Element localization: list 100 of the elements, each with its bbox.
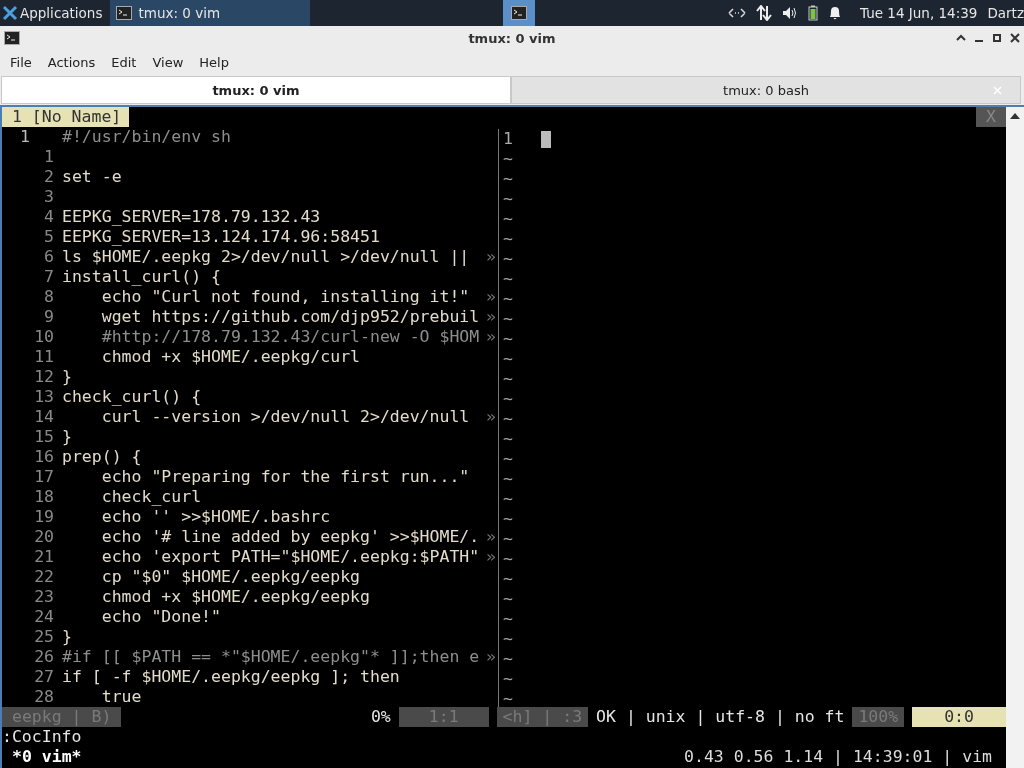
code-line: cp "$0" $HOME/.eepkg/eepkg	[100, 567, 361, 587]
code-line: check_curl() {	[62, 387, 203, 407]
code-line: install_curl() {	[62, 267, 222, 287]
line-number: 13	[33, 387, 55, 407]
line-number: 25	[33, 627, 55, 647]
overflow-mark: »	[486, 327, 497, 347]
terminal-tab[interactable]: tmux: 0 bash	[511, 76, 1021, 104]
bell-icon[interactable]	[828, 5, 842, 21]
network-icon[interactable]	[728, 7, 746, 19]
line-number: 24	[33, 607, 55, 627]
menu-item[interactable]: Edit	[103, 54, 145, 70]
line-number: 16	[33, 447, 55, 467]
code-line: echo "Curl not found, installing it!"	[100, 287, 471, 307]
transfer-arrows-icon[interactable]	[756, 5, 772, 21]
empty-line-marker: ~	[502, 489, 513, 509]
line-number: 22	[33, 567, 55, 587]
maximize-icon[interactable]	[992, 33, 1002, 43]
empty-line-marker: ~	[502, 669, 513, 689]
code-line: if [ -f $HOME/.eepkg/eepkg ]; then	[62, 667, 401, 687]
line-number: 21	[33, 547, 55, 567]
code-line: echo '# line added by eepkg' >>$HOME/.	[100, 527, 481, 547]
tmux-status: 0.43 0.56 1.14 | 14:39:01 | vim	[684, 747, 993, 767]
terminal-icon	[116, 6, 133, 20]
line-number: 5	[43, 227, 55, 247]
line-number: 28	[33, 687, 55, 707]
user-name[interactable]: Dartz	[987, 5, 1024, 21]
text-cursor	[540, 131, 551, 148]
menu-item[interactable]: Actions	[39, 54, 104, 70]
code-line: }	[62, 427, 73, 447]
close-icon[interactable]	[1010, 33, 1020, 43]
empty-line-marker: ~	[502, 569, 513, 589]
line-number: 7	[43, 267, 55, 287]
status-text: OK | unix | utf-8 | no ft	[596, 707, 845, 727]
line-number: 4	[43, 207, 55, 227]
code-line: echo 'export PATH="$HOME/.eepkg:$PATH"	[100, 547, 481, 567]
xfce-logo-icon[interactable]	[2, 5, 18, 21]
code-line: curl --version >/dev/null 2>/dev/null	[100, 407, 471, 427]
empty-line-marker: ~	[502, 549, 513, 569]
empty-line-marker: ~	[502, 309, 513, 329]
empty-line-marker: ~	[502, 289, 513, 309]
menu-item[interactable]: File	[2, 54, 40, 70]
terminal-launcher[interactable]	[503, 0, 536, 26]
code-line: #!/usr/bin/env sh	[62, 127, 232, 147]
empty-line-marker: ~	[502, 429, 513, 449]
scroll-up-icon[interactable]	[1010, 113, 1020, 119]
window-title: tmux: 0 vim	[468, 30, 556, 46]
line-number: 1	[502, 129, 513, 149]
line-number: 26	[33, 647, 55, 667]
code-line: ls $HOME/.eepkg 2>/dev/null >/dev/null ||	[62, 247, 471, 267]
empty-line-marker: ~	[502, 329, 513, 349]
overflow-mark: »	[486, 247, 497, 267]
line-number: 19	[33, 507, 55, 527]
overflow-mark: »	[486, 287, 497, 307]
line-number: 12	[33, 367, 55, 387]
buffer-tab[interactable]: 1 [No Name]	[2, 107, 130, 127]
applications-menu[interactable]: Applications	[18, 5, 111, 21]
empty-line-marker: ~	[502, 249, 513, 269]
code-line: #if [[ $PATH == *"$HOME/.eepkg"* ]];then e	[62, 647, 481, 667]
menu-item[interactable]: View	[144, 54, 192, 70]
line-number: 27	[33, 667, 55, 687]
code-line: }	[62, 627, 73, 647]
line-number: 8	[43, 287, 55, 307]
empty-line-marker: ~	[502, 509, 513, 529]
code-line: chmod +x $HOME/.eepkg/curl	[100, 347, 361, 367]
line-number: 23	[33, 587, 55, 607]
shade-icon[interactable]	[956, 34, 966, 42]
tmux-window[interactable]: *0 vim*	[2, 747, 82, 767]
line-number: 1	[19, 127, 31, 147]
empty-line-marker: ~	[502, 229, 513, 249]
empty-line-marker: ~	[502, 149, 513, 169]
empty-line-marker: ~	[502, 369, 513, 389]
empty-line-marker: ~	[502, 529, 513, 549]
line-number: 9	[43, 307, 55, 327]
empty-line-marker: ~	[502, 689, 513, 709]
line-number: 10	[33, 327, 55, 347]
empty-line-marker: ~	[502, 649, 513, 669]
code-line: echo "Preparing for the first run..."	[100, 467, 471, 487]
line-number: 17	[33, 467, 55, 487]
code-line: EEPKG_SERVER=178.79.132.43	[62, 207, 322, 227]
code-line: #http://178.79.132.43/curl-new -O $HOM	[100, 327, 481, 347]
empty-line-marker: ~	[502, 269, 513, 289]
terminal-icon	[4, 31, 20, 45]
empty-line-marker: ~	[502, 349, 513, 369]
overflow-mark: »	[486, 527, 497, 547]
code-line: check_curl	[100, 487, 203, 507]
code-line: true	[100, 687, 143, 707]
line-number: 1	[43, 147, 55, 167]
battery-icon[interactable]	[808, 5, 818, 21]
line-number: 14	[33, 407, 55, 427]
clock[interactable]: Tue 14 Jun, 14:39	[860, 5, 978, 21]
overflow-mark: »	[486, 307, 497, 327]
terminal-tab[interactable]: tmux: 0 vim	[1, 76, 511, 104]
menu-item[interactable]: Help	[191, 54, 237, 70]
speaker-icon[interactable]	[782, 6, 798, 20]
line-number: 20	[33, 527, 55, 547]
line-number: 6	[43, 247, 55, 267]
line-number: 3	[43, 187, 55, 207]
scrollbar[interactable]	[1006, 107, 1024, 768]
empty-line-marker: ~	[502, 629, 513, 649]
taskbar-window-button[interactable]: tmux: 0 vim	[110, 0, 311, 26]
